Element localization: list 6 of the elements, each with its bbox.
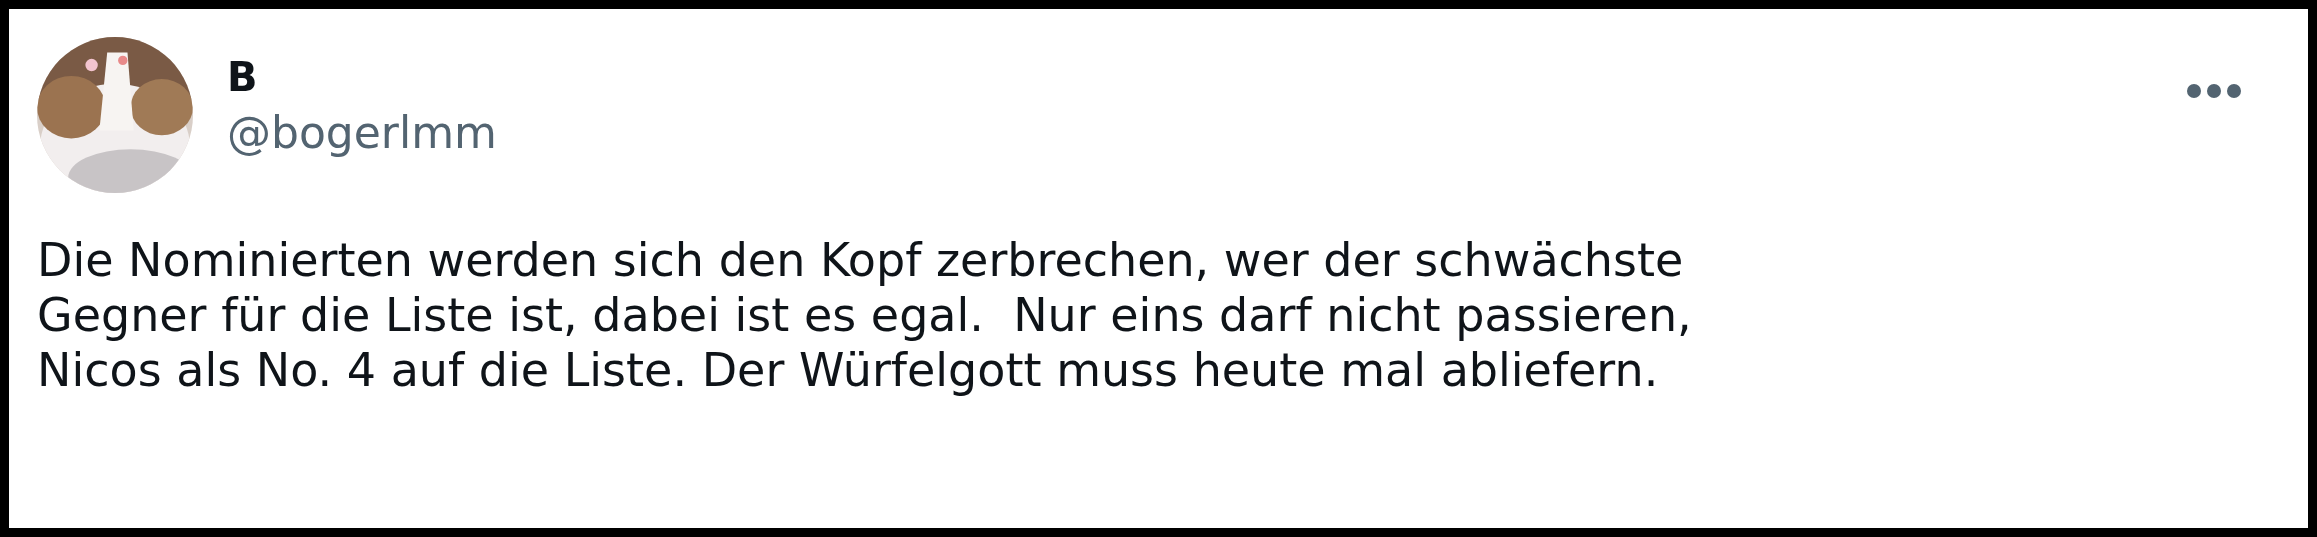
author-name[interactable]: B bbox=[227, 51, 497, 103]
post-text: Nicos als No. 4 auf die Liste. Der Würfelgott muss heute mal abliefern. bbox=[37, 343, 1660, 398]
post-text: Gegner für die Liste ist, dabei ist es egal. Nur eins darf nicht passieren, bbox=[37, 288, 1693, 343]
post-text: Die Nominierten werden sich den Kopf zerbrechen, wer der schwächste bbox=[37, 233, 1685, 288]
author-handle[interactable]: @bogerlmm bbox=[227, 103, 497, 163]
more-icon[interactable] bbox=[2186, 83, 2242, 99]
